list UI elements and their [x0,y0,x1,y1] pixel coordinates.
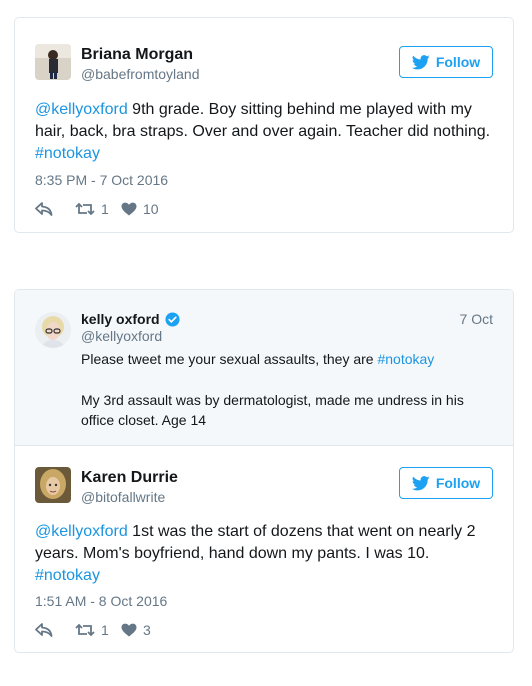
reply-button[interactable] [35,623,75,637]
like-button[interactable]: 10 [121,201,159,217]
author-name[interactable]: Karen Durrie [81,469,178,487]
verified-badge-icon [165,311,180,327]
quoted-author-name[interactable]: kelly oxford [81,311,180,327]
tweet-actions: 1 10 [35,199,159,219]
avatar[interactable] [35,467,71,503]
retweet-icon [75,202,95,216]
tweet-timestamp[interactable]: 1:51 AM - 8 Oct 2016 [35,593,167,609]
heart-icon [121,202,137,216]
quoted-text-line: Please tweet me your sexual assaults, th… [81,351,435,367]
quoted-tweet[interactable]: kelly oxford @kellyoxford 7 Oct Please t… [15,290,513,446]
tweet-actions: 1 3 [35,620,151,640]
retweet-count: 1 [101,622,109,638]
reply-button[interactable] [35,202,75,216]
author-handle[interactable]: @bitofallwrite [81,489,165,505]
quoted-text-paragraph: My 3rd assault was by dermatologist, mad… [81,392,464,428]
retweet-count: 1 [101,201,109,217]
tweet-card: kelly oxford @kellyoxford 7 Oct Please t… [14,289,514,653]
quoted-author-handle[interactable]: @kellyoxford [81,328,162,344]
twitter-bird-icon [411,54,430,69]
heart-icon [121,623,137,637]
tweet-timestamp[interactable]: 8:35 PM - 7 Oct 2016 [35,172,168,188]
mention-link[interactable]: @kellyoxford [35,101,128,118]
avatar[interactable] [35,44,71,80]
retweet-button[interactable]: 1 [75,201,121,217]
tweet-card: Briana Morgan @babefromtoyland Follow @k… [14,17,514,233]
follow-button[interactable]: Follow [399,46,493,78]
retweet-icon [75,623,95,637]
hashtag-link[interactable]: #notokay [35,567,100,584]
tweet-text: @kellyoxford 9th grade. Boy sitting behi… [35,101,491,162]
like-count: 3 [143,622,151,638]
tweet-text: @kellyoxford 1st was the start of dozens… [35,523,476,584]
like-button[interactable]: 3 [121,622,151,638]
follow-label: Follow [435,54,481,70]
author-handle[interactable]: @babefromtoyland [81,66,200,82]
hashtag-link[interactable]: #notokay [377,351,434,367]
mention-link[interactable]: @kellyoxford [35,523,128,540]
follow-button[interactable]: Follow [399,467,493,499]
quoted-date[interactable]: 7 Oct [460,311,493,327]
reply-icon [35,202,53,216]
author-name[interactable]: Briana Morgan [81,46,193,64]
reply-icon [35,623,53,637]
hashtag-link[interactable]: #notokay [35,145,100,162]
like-count: 10 [143,201,159,217]
twitter-bird-icon [411,475,430,490]
follow-label: Follow [435,475,481,491]
avatar[interactable] [35,312,71,348]
retweet-button[interactable]: 1 [75,622,121,638]
